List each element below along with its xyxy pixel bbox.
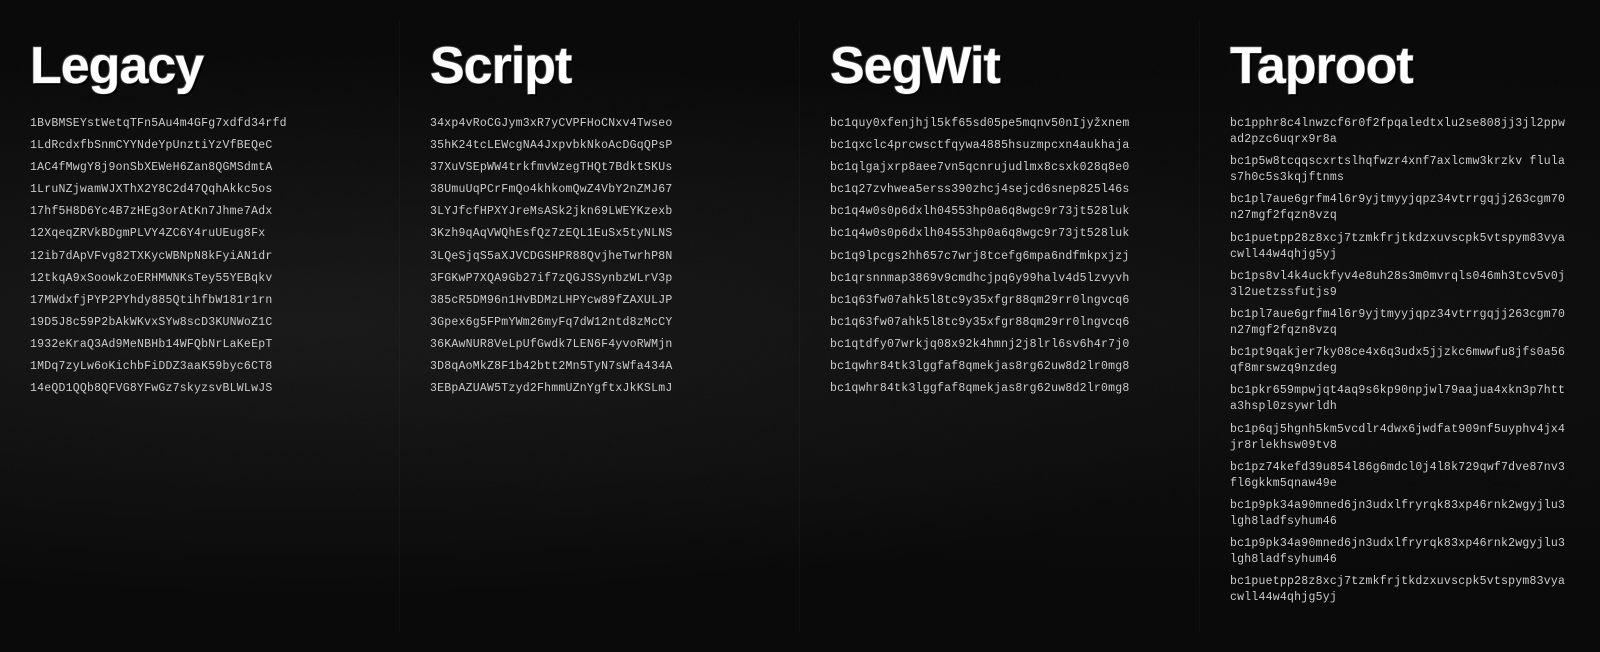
address-item[interactable]: bc1qwhr84tk3lggfaf8qmekjas8rg62uw8d2lr0m… bbox=[830, 381, 1169, 397]
script-address-list: 34xp4vRoCGJym3xR7yCVPFHoCNxv4Twseo 35hK24… bbox=[430, 116, 769, 397]
column-segwit: SegWit bc1quy0xfenjhjl5kf65sd05pe5mqnv50n… bbox=[800, 20, 1200, 632]
segwit-title: SegWit bbox=[830, 40, 1169, 92]
taproot-title: Taproot bbox=[1230, 40, 1570, 92]
address-item[interactable]: 34xp4vRoCGJym3xR7yCVPFHoCNxv4Twseo bbox=[430, 116, 769, 132]
address-item[interactable]: 3FGKwP7XQA9Gb27if7zQGJSSynbzWLrV3p bbox=[430, 271, 769, 287]
legacy-title: Legacy bbox=[30, 40, 369, 92]
address-item[interactable]: 1932eKraQ3Ad9MeNBHb14WFQbNrLaKeEpT bbox=[30, 337, 369, 353]
address-item[interactable]: 12ib7dApVFvg82TXKycWBNpN8kFyiAN1dr bbox=[30, 249, 369, 265]
column-script: Script 34xp4vRoCGJym3xR7yCVPFHoCNxv4Twseo… bbox=[400, 20, 800, 632]
address-item[interactable]: 17MWdxfjPYP2PYhdy885QtihfbW181r1rn bbox=[30, 293, 369, 309]
address-item[interactable]: 35hK24tcLEWcgNA4JxpvbkNkoAcDGqQPsP bbox=[430, 138, 769, 154]
address-item[interactable]: bc1qrsnnmap3869v9cmdhcjpq6y99halv4d5lzvy… bbox=[830, 271, 1169, 287]
address-item[interactable]: 12XqeqZRVkBDgmPLVY4ZC6Y4ruUEug8Fx bbox=[30, 226, 369, 242]
address-item[interactable]: bc1p9pk34a90mned6jn3udxlfryrqk83xp46rnk2… bbox=[1230, 536, 1570, 568]
address-item[interactable]: 3Gpex6g5FPmYWm26myFq7dW12ntd8zMcCY bbox=[430, 315, 769, 331]
address-item[interactable]: bc1pphr8c4lnwzcf6r0f2fpqaledtxlu2se808jj… bbox=[1230, 116, 1570, 148]
page-container: Legacy 1BvBMSEYstWetqTFn5Au4m4GFg7xdfd34r… bbox=[0, 0, 1600, 652]
address-item[interactable]: 1MDq7zyLw6oKichbFiDDZ3aaK59byc6CT8 bbox=[30, 359, 369, 375]
address-item[interactable]: 1AC4fMwgY8j9onSbXEWeH6Zan8QGMSdmtA bbox=[30, 160, 369, 176]
address-item[interactable]: 3LYJfcfHPXYJreMsASk2jkn69LWEYKzexb bbox=[430, 204, 769, 220]
address-item[interactable]: 14eQD1QQb8QFVG8YFwGz7skyzsvBLWLwJS bbox=[30, 381, 369, 397]
address-item[interactable]: 385cR5DM96n1HvBDMzLHPYcw89fZAXULJP bbox=[430, 293, 769, 309]
address-item[interactable]: bc1pz74kefd39u854l86g6mdcl0j4l8k729qwf7d… bbox=[1230, 460, 1570, 492]
address-item[interactable]: bc1pl7aue6grfm4l6r9yjtmyyjqpz34vtrrgqjj2… bbox=[1230, 307, 1570, 339]
address-item[interactable]: 1BvBMSEYstWetqTFn5Au4m4GFg7xdfd34rfd bbox=[30, 116, 369, 132]
address-item[interactable]: bc1p9pk34a90mned6jn3udxlfryrqk83xp46rnk2… bbox=[1230, 498, 1570, 530]
column-legacy: Legacy 1BvBMSEYstWetqTFn5Au4m4GFg7xdfd34r… bbox=[0, 20, 400, 632]
address-item[interactable]: bc1q4w0s0p6dxlh04553hp0a6q8wgc9r73jt528l… bbox=[830, 226, 1169, 242]
address-item[interactable]: bc1pt9qakjer7ky08ce4x6q3udx5jjzkc6mwwfu8… bbox=[1230, 345, 1570, 377]
address-item[interactable]: 36KAwNUR8VeLpUfGwdk7LEN6F4yvoRWMjn bbox=[430, 337, 769, 353]
address-item[interactable]: bc1puetpp28z8xcj7tzmkfrjtkdzxuvscpk5vtsp… bbox=[1230, 574, 1570, 606]
segwit-address-list: bc1quy0xfenjhjl5kf65sd05pe5mqnv50nIjyžxn… bbox=[830, 116, 1169, 397]
address-item[interactable]: 37XuVSEpWW4trkfmvWzegTHQt7BdktSKUs bbox=[430, 160, 769, 176]
address-item[interactable]: 3Kzh9qAqVWQhEsfQz7zEQL1EuSx5tyNLNS bbox=[430, 226, 769, 242]
address-item[interactable]: bc1qlgajxrp8aee7vn5qcnrujudlmx8csxk028q8… bbox=[830, 160, 1169, 176]
address-item[interactable]: 3EBpAZUAW5Tzyd2FhmmUZnYgftxJkKSLmJ bbox=[430, 381, 769, 397]
address-item[interactable]: bc1ps8vl4k4uckfyv4e8uh28s3m0mvrqls046mh3… bbox=[1230, 269, 1570, 301]
address-item[interactable]: bc1q4w0s0p6dxlh04553hp0a6q8wgc9r73jt528l… bbox=[830, 204, 1169, 220]
address-item[interactable]: 19D5J8c59P2bAkWKvxSYw8scD3KUNWoZ1C bbox=[30, 315, 369, 331]
address-item[interactable]: bc1quy0xfenjhjl5kf65sd05pe5mqnv50nIjyžxn… bbox=[830, 116, 1169, 132]
address-item[interactable]: bc1q63fw07ahk5l8tc9y35xfgr88qm29rr0lngvc… bbox=[830, 315, 1169, 331]
address-item[interactable]: 3D8qAoMkZ8F1b42btt2Mn5TyN7sWfa434A bbox=[430, 359, 769, 375]
address-item[interactable]: 1LdRcdxfbSnmCYYNdeYpUnztiYzVfBEQeC bbox=[30, 138, 369, 154]
address-item[interactable]: 3LQeSjqS5aXJVCDGSHPR88QvjheTwrhP8N bbox=[430, 249, 769, 265]
taproot-address-list: bc1pphr8c4lnwzcf6r0f2fpqaledtxlu2se808jj… bbox=[1230, 116, 1570, 606]
address-item[interactable]: bc1q9lpcgs2hh657c7wrj8tcefg6mpa6ndfmkpxj… bbox=[830, 249, 1169, 265]
address-item[interactable]: 38UmuUqPCrFmQo4khkomQwZ4VbY2nZMJ67 bbox=[430, 182, 769, 198]
address-item[interactable]: 1LruNZjwamWJXThX2Y8C2d47QqhAkkc5os bbox=[30, 182, 369, 198]
address-item[interactable]: bc1qxclc4prcwsctfqywa4885hsuzmpcxn4aukha… bbox=[830, 138, 1169, 154]
address-item[interactable]: bc1q27zvhwea5erss390zhcj4sejcd6snep825l4… bbox=[830, 182, 1169, 198]
address-item[interactable]: bc1qwhr84tk3lggfaf8qmekjas8rg62uw8d2lr0m… bbox=[830, 359, 1169, 375]
address-item[interactable]: 17hf5H8D6Yc4B7zHEg3orAtKn7Jhme7Adx bbox=[30, 204, 369, 220]
address-item[interactable]: bc1p5w8tcqqscxrtslhqfwzr4xnf7axlcmw3krzk… bbox=[1230, 154, 1570, 186]
address-item[interactable]: bc1p6qj5hgnh5km5vcdlr4dwx6jwdfat909nf5uy… bbox=[1230, 422, 1570, 454]
address-item[interactable]: bc1pl7aue6grfm4l6r9yjtmyyjqpz34vtrrgqjj2… bbox=[1230, 192, 1570, 224]
address-item[interactable]: bc1pkr659mpwjqt4aq9s6kp90npjwl79aajua4xk… bbox=[1230, 383, 1570, 415]
script-title: Script bbox=[430, 40, 769, 92]
column-taproot: Taproot bc1pphr8c4lnwzcf6r0f2fpqaledtxlu2… bbox=[1200, 20, 1600, 632]
legacy-address-list: 1BvBMSEYstWetqTFn5Au4m4GFg7xdfd34rfd 1LdR… bbox=[30, 116, 369, 397]
address-item[interactable]: 12tkqA9xSoowkzoERHMWNKsTey55YEBqkv bbox=[30, 271, 369, 287]
address-item[interactable]: bc1puetpp28z8xcj7tzmkfrjtkdzxuvscpk5vtsp… bbox=[1230, 231, 1570, 263]
address-item[interactable]: bc1qtdfy07wrkjq08x92k4hmnj2j8lrl6sv6h4r7… bbox=[830, 337, 1169, 353]
address-item[interactable]: bc1q63fw07ahk5l8tc9y35xfgr88qm29rr0lngvc… bbox=[830, 293, 1169, 309]
